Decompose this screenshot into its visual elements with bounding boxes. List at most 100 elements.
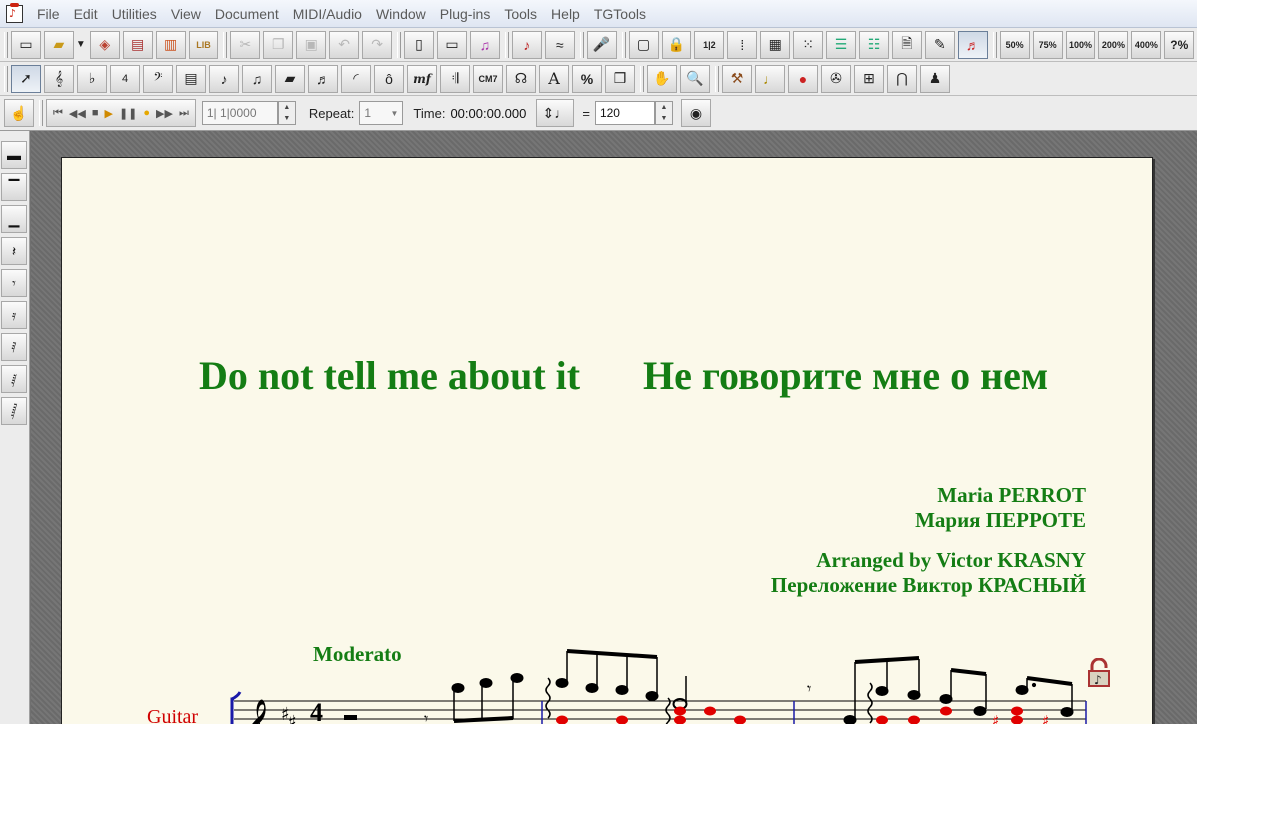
- toolbar-grip[interactable]: [4, 31, 8, 58]
- zoom-75-button[interactable]: 75%: [1032, 30, 1063, 59]
- document-button[interactable]: 🗎: [891, 30, 922, 59]
- tempo-note-button[interactable]: ⇕♩: [536, 99, 575, 127]
- measure-counter-spinner[interactable]: ▲ ▼: [277, 101, 296, 125]
- print-button[interactable]: ▤: [122, 30, 153, 59]
- menu-document[interactable]: Document: [208, 0, 286, 28]
- go-to-end-icon[interactable]: ⏭: [179, 107, 189, 120]
- new-file-button[interactable]: ▭: [11, 30, 41, 59]
- app-logo-icon[interactable]: ♪: [4, 2, 26, 25]
- tempo-input[interactable]: 120: [594, 101, 655, 125]
- menu-help[interactable]: Help: [544, 0, 587, 28]
- pause-icon[interactable]: ❚❚: [119, 107, 137, 120]
- staff-tool-button[interactable]: 𝄞: [44, 64, 74, 93]
- sixteenth-rest-button[interactable]: 𝄿: [1, 301, 27, 329]
- menu-file[interactable]: File: [30, 0, 67, 28]
- expression-tool-button[interactable]: mf: [407, 64, 437, 93]
- smart-shape-tool-button[interactable]: ◜: [341, 64, 371, 93]
- document-workspace[interactable]: Do not tell me about it Не говорите мне …: [31, 131, 1197, 724]
- edit-page-button[interactable]: ✎: [924, 30, 955, 59]
- tempo-spinner[interactable]: ▲ ▼: [654, 101, 673, 125]
- resize-tool-button[interactable]: %: [572, 64, 602, 93]
- page-view-button[interactable]: ▭: [436, 30, 467, 59]
- lock-systems-button[interactable]: 🔒: [661, 30, 692, 59]
- number-measures-button[interactable]: 1|2: [694, 30, 725, 59]
- toolbar-grip[interactable]: [397, 31, 402, 58]
- measure-counter-field[interactable]: 1| 1|0000: [201, 101, 278, 125]
- open-dropdown-caret[interactable]: ▼: [76, 39, 86, 50]
- thirtysecond-rest-button[interactable]: 𝅀: [1, 333, 27, 361]
- midi-audio-tool-button[interactable]: ✇: [821, 64, 851, 93]
- pointer-hand-button[interactable]: ☝: [4, 99, 34, 127]
- zoom-100-button[interactable]: 100%: [1065, 30, 1096, 59]
- hand-grabber-button[interactable]: ✋: [647, 64, 677, 93]
- lock-icon[interactable]: ♪: [1086, 658, 1112, 688]
- staff-lines-button[interactable]: ☰: [826, 30, 857, 59]
- menu-tools[interactable]: Tools: [497, 0, 544, 28]
- play-icon[interactable]: ▶: [104, 107, 112, 120]
- paste-button[interactable]: ▣: [296, 30, 327, 59]
- zoom-50-button[interactable]: 50%: [999, 30, 1030, 59]
- record-icon[interactable]: ●: [143, 107, 150, 119]
- stop-icon[interactable]: ■: [92, 107, 99, 119]
- grid-button[interactable]: ▦: [760, 30, 791, 59]
- toolbar-grip[interactable]: [223, 31, 228, 58]
- menu-midi-audio[interactable]: MIDI/Audio: [286, 0, 369, 28]
- undo-button[interactable]: ↶: [329, 30, 360, 59]
- zoom-200-button[interactable]: 200%: [1098, 30, 1129, 59]
- tuplet-tool-button[interactable]: ♬: [308, 64, 338, 93]
- frame-button[interactable]: ▢: [628, 30, 659, 59]
- time-signature-tool-button[interactable]: 4: [110, 64, 140, 93]
- mirror-tool-button[interactable]: ♩: [755, 64, 785, 93]
- spin-down-icon[interactable]: ▼: [279, 113, 295, 124]
- chord-tool-button[interactable]: CM7: [473, 64, 503, 93]
- redo-button[interactable]: ↷: [362, 30, 393, 59]
- repeat-tool-button[interactable]: 𝄇: [440, 64, 470, 93]
- hyperscribe-tool-button[interactable]: ▰: [275, 64, 305, 93]
- ossia-tool-button[interactable]: ⊞: [854, 64, 884, 93]
- menu-view[interactable]: View: [164, 0, 208, 28]
- menu-window[interactable]: Window: [369, 0, 433, 28]
- measure-tool-button[interactable]: ▤: [176, 64, 206, 93]
- repeat-select[interactable]: 1 ▼: [359, 101, 404, 125]
- library-button[interactable]: LIB: [188, 30, 219, 59]
- guitar-staff[interactable]: 𝄞 ♯ ♯ 4 𝄾 𝄾 ♯ ♯: [62, 158, 1154, 724]
- toolbar-grip[interactable]: [4, 65, 8, 92]
- show-notes-button[interactable]: ♬: [957, 30, 988, 59]
- zoom-400-button[interactable]: 400%: [1131, 30, 1162, 59]
- toolbar-grip[interactable]: [579, 31, 584, 58]
- toolbar-grip[interactable]: [992, 31, 997, 58]
- toolbar-grip[interactable]: [640, 65, 644, 92]
- page-layout-tool-button[interactable]: ❒: [605, 64, 635, 93]
- zoom-tool-button[interactable]: 🔍: [680, 64, 710, 93]
- scroll-view-button[interactable]: ▯: [404, 30, 434, 59]
- open-file-button[interactable]: ▰: [43, 30, 74, 59]
- playback-button[interactable]: ♪: [511, 30, 542, 59]
- spin-up-icon[interactable]: ▲: [279, 102, 295, 113]
- clef-tool-button[interactable]: 𝄢: [143, 64, 173, 93]
- quarter-rest-button[interactable]: 𝄽: [1, 237, 27, 265]
- swing-button[interactable]: ≈: [544, 30, 575, 59]
- toolbar-grip[interactable]: [621, 31, 626, 58]
- selection-tool-button[interactable]: ➚: [11, 64, 41, 93]
- cut-button[interactable]: ✂: [230, 30, 261, 59]
- sixtyfourth-rest-button[interactable]: 𝅁: [1, 365, 27, 393]
- staff-spacing-button[interactable]: ⁞: [727, 30, 758, 59]
- spin-down-icon[interactable]: ▼: [656, 113, 672, 124]
- copy-button[interactable]: ❐: [263, 30, 294, 59]
- rewind-icon[interactable]: ◀◀: [69, 107, 86, 120]
- dotted-half-rest-button[interactable]: ▁: [1, 205, 27, 233]
- half-rest-button[interactable]: ▔: [1, 173, 27, 201]
- playback-settings-button[interactable]: ◉: [680, 99, 711, 127]
- menu-edit[interactable]: Edit: [67, 0, 105, 28]
- go-to-start-icon[interactable]: ⏮: [53, 107, 63, 120]
- staff-marker-button[interactable]: ☷: [859, 30, 889, 59]
- special-tools-button[interactable]: ⚒: [722, 64, 752, 93]
- 128th-rest-button[interactable]: 𝅂: [1, 397, 27, 425]
- toolbar-grip[interactable]: [715, 65, 719, 92]
- speedy-entry-tool-button[interactable]: ♫: [242, 64, 272, 93]
- metronome-button[interactable]: ♟: [920, 64, 950, 93]
- studio-view-button[interactable]: ♫: [469, 30, 500, 59]
- toolbar-grip[interactable]: [504, 31, 509, 58]
- toolbar-grip[interactable]: [39, 100, 43, 126]
- microphone-button[interactable]: 🎤: [586, 30, 617, 59]
